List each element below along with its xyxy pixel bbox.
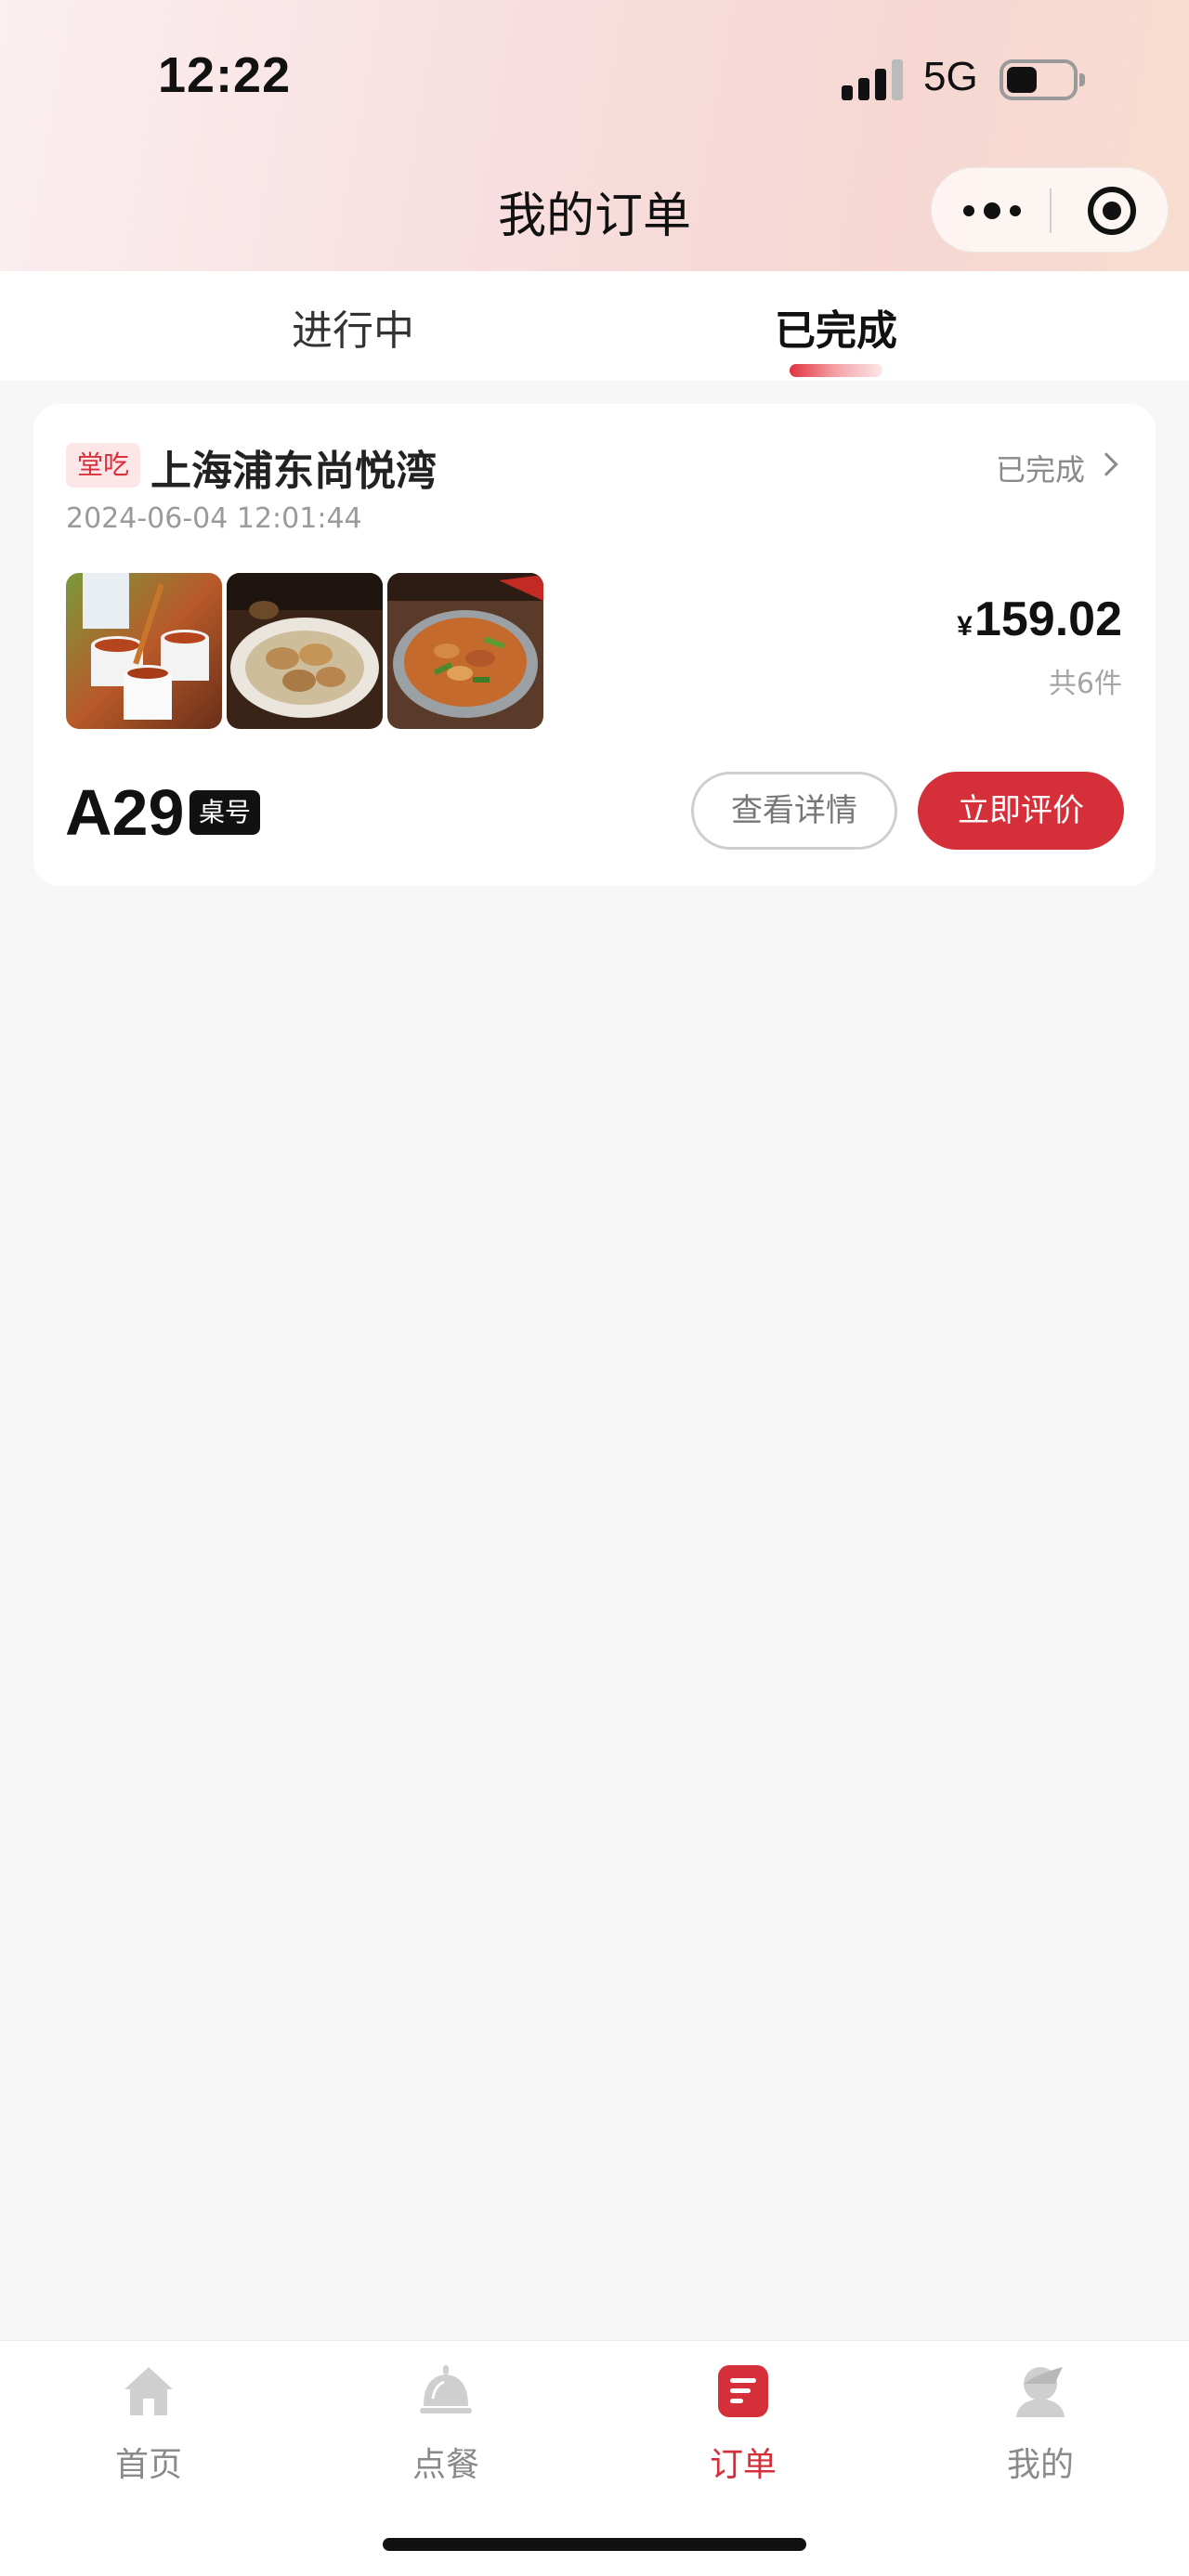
battery-icon (1000, 59, 1085, 100)
chevron-right-icon[interactable] (1094, 452, 1118, 476)
review-now-button[interactable]: 立即评价 (918, 772, 1124, 850)
tabbar-home[interactable]: 首页 (56, 2363, 242, 2493)
item-count: 共6件 (1048, 668, 1122, 700)
order-datetime: 2024-06-04 12:01:44 (66, 502, 362, 535)
dumplings-plate-image (227, 573, 383, 729)
tabbar-label: 点餐 (412, 2446, 479, 2484)
capsule-divider (1050, 189, 1052, 233)
close-miniprogram-icon[interactable] (1088, 187, 1136, 235)
network-label: 5G (923, 54, 978, 99)
order-status[interactable]: 已完成 (996, 447, 1085, 489)
order-list-icon (718, 2365, 768, 2417)
header: 12:22 5G 我的订单 (0, 0, 1189, 271)
tabbar-profile[interactable]: 我的 (947, 2363, 1133, 2493)
amount-value: 159.02 (973, 592, 1122, 646)
tab-completed[interactable]: 已完成 (715, 297, 957, 357)
tab-in-progress[interactable]: 进行中 (232, 297, 474, 357)
dine-in-tag: 堂吃 (66, 443, 141, 488)
service-bell-icon (420, 2365, 472, 2413)
table-number-tag: 桌号 (189, 790, 261, 835)
order-tabs: 进行中 已完成 (0, 271, 1189, 381)
view-details-button[interactable]: 查看详情 (691, 772, 897, 850)
tabbar-orders[interactable]: 订单 (650, 2363, 836, 2493)
more-options-icon[interactable] (963, 192, 1021, 229)
status-bar: 12:22 5G (0, 0, 1189, 158)
tabbar-label: 订单 (709, 2446, 777, 2484)
active-tab-indicator (790, 364, 882, 377)
tabbar-order-food[interactable]: 点餐 (353, 2363, 539, 2493)
home-icon (124, 2367, 173, 2415)
tabbar-label: 我的 (1006, 2446, 1074, 2484)
tabbar-label: 首页 (114, 2446, 182, 2484)
profile-icon (1016, 2367, 1065, 2417)
stir-fry-pot-image (387, 573, 543, 729)
store-name: 上海浦东尚悦湾 (150, 448, 437, 495)
order-amount: ¥159.02 (957, 592, 1122, 647)
order-card[interactable]: 堂吃 上海浦东尚悦湾 已完成 2024-06-04 12:01:44 ¥159.… (33, 404, 1156, 886)
home-indicator[interactable] (383, 2538, 806, 2551)
signal-icon (842, 59, 905, 100)
currency-symbol: ¥ (957, 611, 973, 642)
table-number: A29 (65, 776, 185, 849)
status-time: 12:22 (158, 47, 292, 103)
tea-cups-image (66, 573, 222, 729)
miniprogram-capsule (931, 167, 1169, 253)
